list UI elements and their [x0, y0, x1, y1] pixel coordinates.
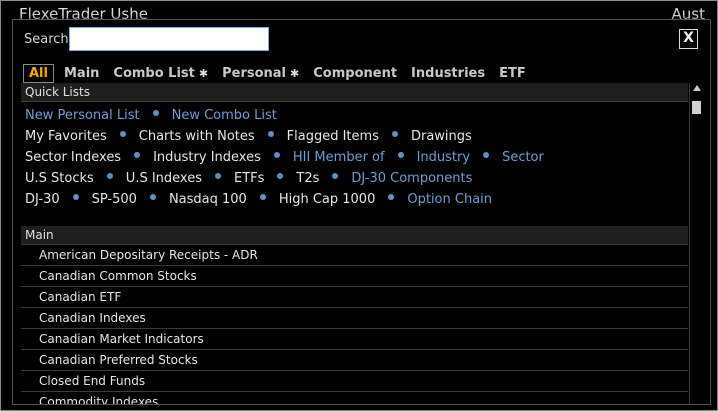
quick-list-high-cap-1000[interactable]: High Cap 1000 [279, 192, 376, 207]
list-item[interactable]: Canadian Market Indicators [21, 329, 688, 350]
bullet-icon [152, 109, 159, 116]
scroll-thumb[interactable] [692, 101, 701, 114]
quick-lists-header: Quick Lists [21, 83, 688, 102]
list-item[interactable]: Canadian Common Stocks [21, 266, 688, 287]
list-item[interactable]: Canadian ETF [21, 287, 688, 308]
tab-all[interactable]: All [23, 63, 54, 83]
quick-list-industry-indexes[interactable]: Industry Indexes [153, 150, 261, 165]
bullet-icon [277, 172, 284, 179]
list-item[interactable]: Canadian Indexes [21, 308, 688, 329]
main-list: American Depositary Receipts - ADR Canadi… [21, 245, 688, 404]
quick-list-hii-member-of[interactable]: HII Member of [293, 150, 385, 165]
tab-personal[interactable]: Personal ✱ [222, 66, 299, 81]
list-item[interactable]: Closed End Funds [21, 371, 688, 392]
quick-lists: New Personal List New Combo List My Favori… [21, 102, 688, 210]
tab-label: Personal [222, 65, 287, 81]
quick-list-my-favorites[interactable]: My Favorites [25, 129, 107, 144]
search-label: Search [24, 32, 69, 47]
list-panel: Quick Lists New Personal List New Combo L… [21, 83, 688, 404]
bullet-icon [273, 151, 280, 158]
tab-label: All [29, 65, 48, 81]
quick-list-sp-500[interactable]: SP-500 [92, 192, 137, 207]
quick-list-row: DJ-30 SP-500 Nasdaq 100 High Cap 1000 Option… [25, 189, 688, 210]
asterisk-icon: ✱ [198, 66, 209, 80]
tab-main[interactable]: Main [64, 66, 99, 81]
quick-list-flagged-items[interactable]: Flagged Items [287, 129, 379, 144]
quick-list-row: U.S Stocks U.S Indexes ETFs T2s DJ-30 Compon… [25, 168, 688, 189]
close-button[interactable]: X [679, 29, 698, 49]
quick-list-row: My Favorites Charts with Notes Flagged Ite… [25, 126, 688, 147]
bullet-icon [267, 130, 274, 137]
tab-combo-list[interactable]: Combo List ✱ [113, 66, 208, 81]
bullet-icon [72, 193, 79, 200]
tab-component[interactable]: Component [313, 66, 397, 81]
list-item[interactable]: Commodity Indexes [21, 392, 688, 404]
watchlist-selector-dialog: Search X All Main Combo List ✱ Personal ✱ Comp… [12, 19, 711, 405]
quick-list-u-s-indexes[interactable]: U.S Indexes [126, 171, 202, 186]
quick-list-t2s[interactable]: T2s [296, 171, 319, 186]
bullet-icon [483, 151, 490, 158]
quick-list-charts-with-notes[interactable]: Charts with Notes [139, 129, 255, 144]
tab-industries[interactable]: Industries [411, 66, 485, 81]
bullet-icon [215, 172, 221, 179]
bullet-icon [134, 151, 141, 158]
quick-list-option-chain[interactable]: Option Chain [407, 192, 492, 207]
scroll-up-arrow-icon[interactable] [693, 85, 701, 91]
list-item[interactable]: American Depositary Receipts - ADR [21, 245, 688, 266]
main-section-header: Main [21, 226, 688, 245]
list-item[interactable]: Canadian Preferred Stocks [21, 350, 688, 371]
quick-list-drawings[interactable]: Drawings [411, 129, 472, 144]
tab-label: Main [63, 65, 100, 81]
tab-label: ETF [499, 65, 526, 81]
quick-list-sector[interactable]: Sector [502, 150, 544, 165]
quick-list-dj-30-components[interactable]: DJ-30 Components [351, 171, 472, 186]
tab-bar: All Main Combo List ✱ Personal ✱ Component Indu… [23, 63, 540, 83]
quick-list-industry[interactable]: Industry [417, 150, 470, 165]
vertical-scrollbar[interactable] [689, 83, 703, 404]
quick-list-u-s-stocks[interactable]: U.S Stocks [25, 171, 94, 186]
quick-list-nasdaq-100[interactable]: Nasdaq 100 [169, 192, 247, 207]
tab-label: Combo List [113, 65, 195, 81]
quick-list-row: New Personal List New Combo List [25, 105, 688, 126]
bullet-icon [388, 193, 395, 200]
bullet-icon [149, 193, 156, 200]
quick-list-new-personal-list[interactable]: New Personal List [25, 108, 140, 123]
bullet-icon [259, 193, 266, 200]
quick-list-etfs[interactable]: ETFs [234, 171, 264, 186]
quick-list-dj-30[interactable]: DJ-30 [25, 192, 60, 207]
bullet-icon [391, 130, 398, 137]
bullet-icon [119, 130, 126, 137]
tab-etf[interactable]: ETF [499, 66, 526, 81]
quick-list-new-combo-list[interactable]: New Combo List [172, 108, 277, 123]
bullet-icon [397, 151, 404, 158]
bullet-icon [332, 172, 339, 179]
asterisk-icon: ✱ [290, 66, 300, 80]
search-input[interactable] [69, 27, 269, 51]
quick-list-sector-indexes[interactable]: Sector Indexes [25, 150, 121, 165]
bullet-icon [106, 172, 113, 179]
tab-label: Component [313, 65, 398, 81]
quick-list-row: Sector Indexes Industry Indexes HII Member… [25, 147, 688, 168]
tab-label: Industries [411, 65, 486, 81]
